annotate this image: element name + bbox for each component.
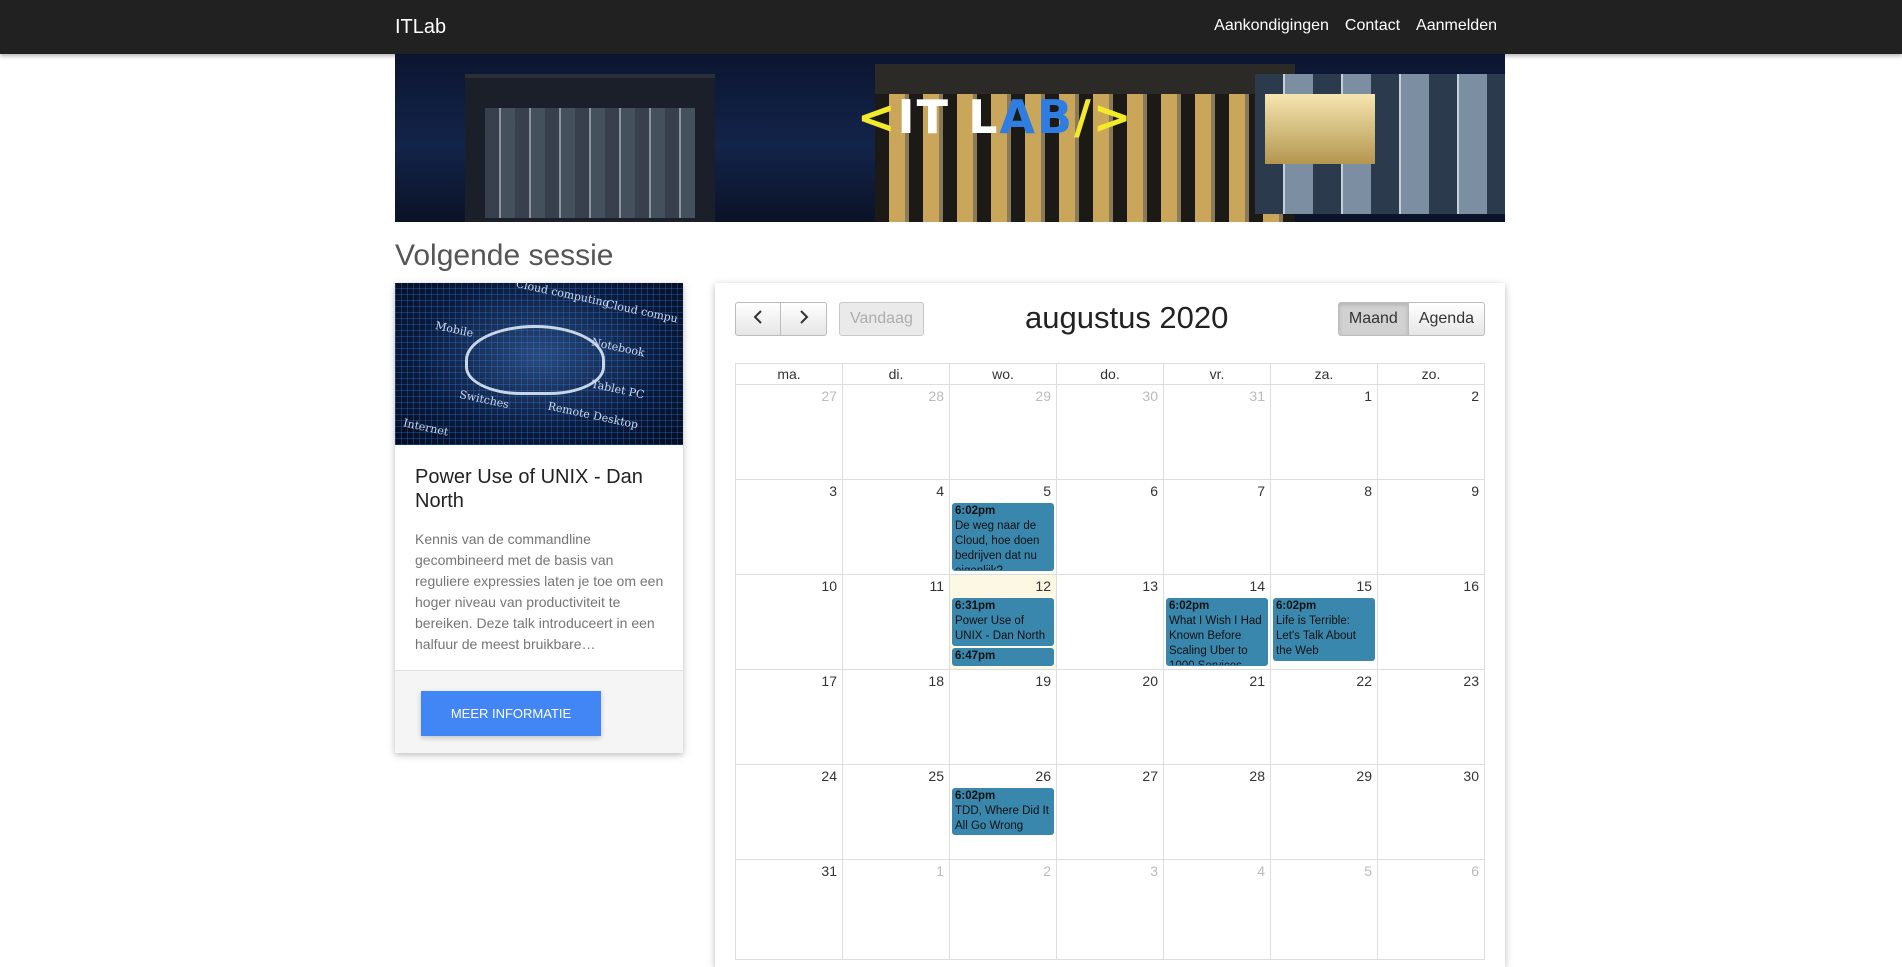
calendar-day[interactable]: 27: [736, 385, 842, 479]
calendar-day[interactable]: 3: [1056, 860, 1163, 959]
chevron-right-icon: [799, 309, 808, 324]
calendar-day[interactable]: 29: [949, 385, 1056, 479]
calendar-event[interactable]: 6:02pm What I Wish I Had Known Before Sca…: [1166, 598, 1268, 666]
calendar-day[interactable]: 3: [736, 480, 842, 574]
calendar-day[interactable]: 2: [949, 860, 1056, 959]
calendar-event[interactable]: 6:47pm: [952, 648, 1054, 666]
weekday-label: wo.: [949, 364, 1056, 384]
month-grid: ma. di. wo. do. vr. za. zo. 27 28 29 30 …: [735, 363, 1485, 960]
calendar: Vandaag augustus 2020 Maand Agenda ma. d…: [715, 283, 1505, 967]
calendar-week: 17 18 19 20 21 22 23: [735, 670, 1485, 765]
calendar-event[interactable]: 6:02pm Life is Terrible: Let's Talk About…: [1273, 598, 1375, 661]
calendar-day[interactable]: 11: [842, 575, 949, 669]
calendar-day[interactable]: 2: [1377, 385, 1484, 479]
session-description: Kennis van de commandline gecombineerd m…: [415, 531, 664, 652]
calendar-day[interactable]: 6: [1056, 480, 1163, 574]
hero-banner: <IT LAB/>: [395, 54, 1505, 222]
prev-month-button[interactable]: [735, 302, 781, 336]
calendar-day[interactable]: 7: [1163, 480, 1270, 574]
calendar-event[interactable]: 6:02pm TDD, Where Did It All Go Wrong: [952, 788, 1054, 835]
calendar-week: 3 4 5 6:02pm De weg naar de Cloud, hoe do…: [735, 480, 1485, 575]
calendar-day[interactable]: 31: [736, 860, 842, 959]
weekday-label: ma.: [777, 366, 801, 382]
nav-aankondigingen[interactable]: Aankondigingen: [1214, 17, 1329, 35]
calendar-day-today[interactable]: 12 6:31pm Power Use of UNIX - Dan North 6…: [949, 575, 1056, 669]
session-image: Cloud computing Cloud compu Notebook Tab…: [395, 283, 683, 445]
calendar-day[interactable]: 5: [1270, 860, 1377, 959]
nav-contact[interactable]: Contact: [1345, 17, 1400, 35]
calendar-day[interactable]: 13: [1056, 575, 1163, 669]
calendar-week: 24 25 26 6:02pm TDD, Where Did It All Go …: [735, 765, 1485, 860]
cloud-icon: [465, 325, 605, 395]
session-title: Power Use of UNIX - Dan North: [415, 466, 643, 512]
calendar-title: augustus 2020: [1025, 300, 1229, 335]
weekday-label: zo.: [1377, 364, 1484, 384]
calendar-day[interactable]: 27: [1056, 765, 1163, 859]
calendar-day[interactable]: 23: [1377, 670, 1484, 764]
calendar-week: 10 11 12 6:31pm Power Use of UNIX - Dan N…: [735, 575, 1485, 670]
building-left: [465, 74, 715, 222]
calendar-toolbar: Vandaag augustus 2020 Maand Agenda: [735, 300, 1485, 338]
calendar-day[interactable]: 31: [1163, 385, 1270, 479]
calendar-day[interactable]: 20: [1056, 670, 1163, 764]
chevron-left-icon: [753, 309, 762, 324]
weekday-label: vr.: [1163, 364, 1270, 384]
calendar-day[interactable]: 29: [1270, 765, 1377, 859]
calendar-day[interactable]: 21: [1163, 670, 1270, 764]
weekday-label: za.: [1270, 364, 1377, 384]
calendar-event[interactable]: 6:31pm Power Use of UNIX - Dan North: [952, 598, 1054, 646]
session-card: Cloud computing Cloud compu Notebook Tab…: [395, 283, 683, 753]
calendar-day[interactable]: 10: [736, 575, 842, 669]
nav-links: Aankondigingen Contact Aanmelden: [1214, 17, 1497, 35]
calendar-day[interactable]: 25: [842, 765, 949, 859]
calendar-day[interactable]: 19: [949, 670, 1056, 764]
nav-aanmelden[interactable]: Aanmelden: [1416, 17, 1497, 35]
calendar-day[interactable]: 24: [736, 765, 842, 859]
calendar-day[interactable]: 8: [1270, 480, 1377, 574]
calendar-day[interactable]: 28: [842, 385, 949, 479]
calendar-day[interactable]: 4: [842, 480, 949, 574]
calendar-event[interactable]: 6:02pm De weg naar de Cloud, hoe doen bed…: [952, 503, 1054, 571]
calendar-day[interactable]: 14 6:02pm What I Wish I Had Known Before …: [1163, 575, 1270, 669]
calendar-week: 31 1 2 3 4 5 6: [735, 860, 1485, 960]
itlab-logo: <IT LAB/>: [857, 90, 1134, 144]
calendar-day[interactable]: 22: [1270, 670, 1377, 764]
today-button[interactable]: Vandaag: [839, 302, 924, 336]
calendar-day[interactable]: 15 6:02pm Life is Terrible: Let's Talk Ab…: [1270, 575, 1377, 669]
building-right: [1255, 74, 1505, 214]
calendar-day[interactable]: 16: [1377, 575, 1484, 669]
calendar-day[interactable]: 26 6:02pm TDD, Where Did It All Go Wrong: [949, 765, 1056, 859]
calendar-day[interactable]: 5 6:02pm De weg naar de Cloud, hoe doen b…: [949, 480, 1056, 574]
calendar-day[interactable]: 1: [1270, 385, 1377, 479]
weekday-label: di.: [842, 364, 949, 384]
top-navbar: ITLab Aankondigingen Contact Aanmelden: [0, 0, 1902, 54]
section-title: Volgende sessie: [395, 239, 614, 272]
month-view-button[interactable]: Maand: [1337, 302, 1409, 336]
calendar-day[interactable]: 1: [842, 860, 949, 959]
calendar-day[interactable]: 17: [736, 670, 842, 764]
calendar-day[interactable]: 30: [1377, 765, 1484, 859]
calendar-day[interactable]: 6: [1377, 860, 1484, 959]
calendar-day[interactable]: 30: [1056, 385, 1163, 479]
card-action: MEER INFORMATIE: [395, 670, 683, 753]
agenda-view-button[interactable]: Agenda: [1408, 302, 1485, 336]
calendar-day[interactable]: 18: [842, 670, 949, 764]
calendar-day[interactable]: 4: [1163, 860, 1270, 959]
weekday-label: do.: [1056, 364, 1163, 384]
weekday-header: ma. di. wo. do. vr. za. zo.: [735, 363, 1485, 385]
brand-link[interactable]: ITLab: [395, 16, 446, 39]
calendar-day[interactable]: 28: [1163, 765, 1270, 859]
next-month-button[interactable]: [781, 302, 827, 336]
calendar-week: 27 28 29 30 31 1 2: [735, 385, 1485, 480]
calendar-day[interactable]: 9: [1377, 480, 1484, 574]
meer-informatie-button[interactable]: MEER INFORMATIE: [421, 691, 601, 736]
